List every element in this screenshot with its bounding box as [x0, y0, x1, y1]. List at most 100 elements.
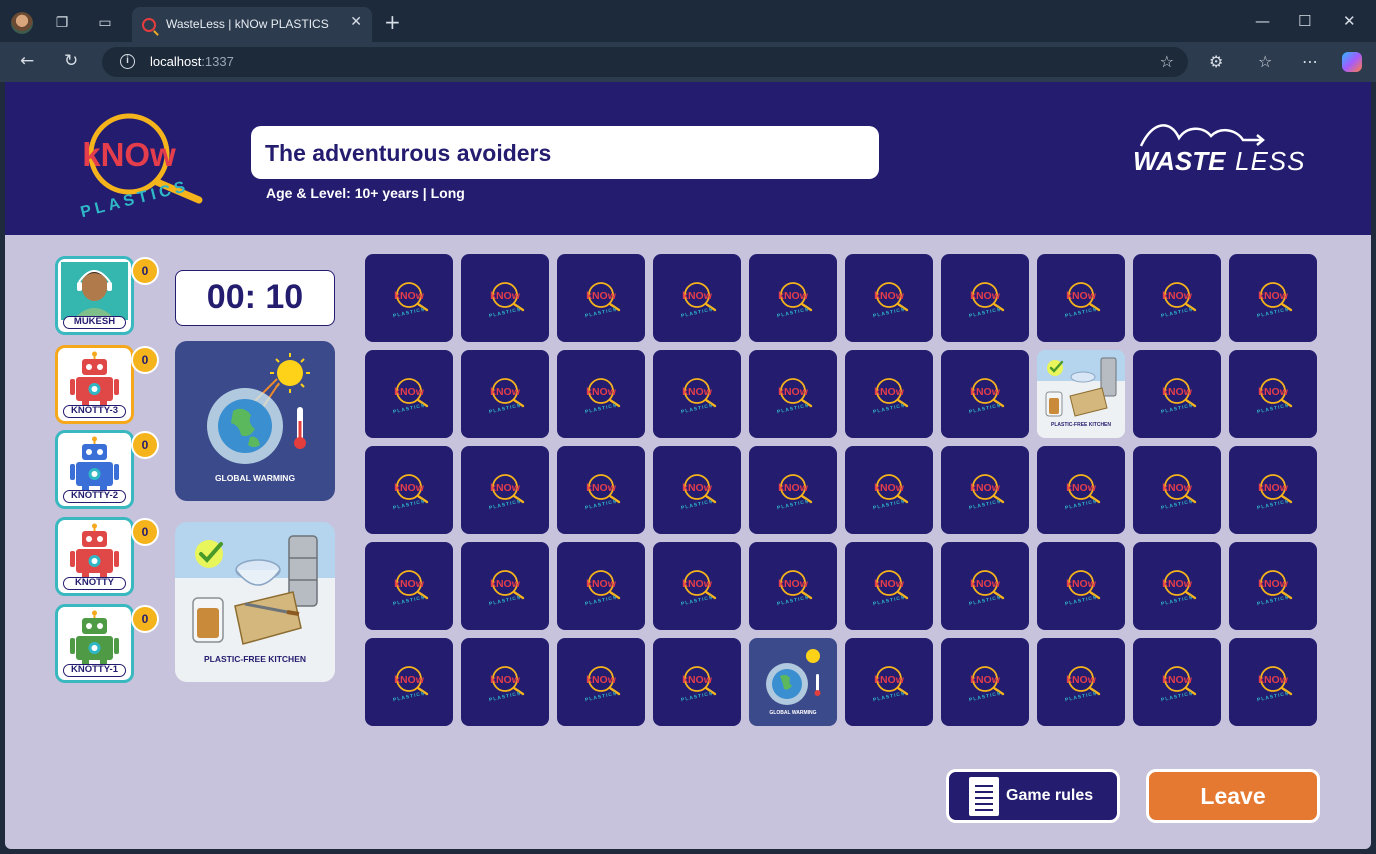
memory-card-face-down[interactable]: kNOw PLASTICS	[365, 446, 453, 534]
know-plastics-card-logo-icon: kNOw PLASTICS	[1065, 570, 1101, 606]
memory-card-face-down[interactable]: kNOw PLASTICS	[1133, 542, 1221, 630]
profile-avatar-icon[interactable]	[11, 12, 33, 34]
favorites-icon[interactable]: ☆	[1258, 52, 1272, 71]
memory-card-face-down[interactable]: kNOw PLASTICS	[461, 542, 549, 630]
maximize-button[interactable]: ☐	[1298, 12, 1311, 30]
know-plastics-card-logo-icon: kNOw PLASTICS	[1161, 378, 1197, 414]
game-rules-button[interactable]: Game rules	[946, 769, 1120, 823]
reload-icon[interactable]: ↻	[64, 51, 78, 71]
player-tile: KNOTTY-2 0	[55, 430, 159, 509]
svg-text:kNOw: kNOw	[874, 482, 905, 494]
memory-card-face-down[interactable]: kNOw PLASTICS	[557, 254, 645, 342]
know-plastics-card-logo-icon: kNOw PLASTICS	[681, 282, 717, 318]
memory-card-face-down[interactable]: kNOw PLASTICS	[845, 446, 933, 534]
svg-text:PLASTICS: PLASTICS	[1065, 307, 1098, 318]
memory-card-face-down[interactable]: kNOw PLASTICS	[365, 254, 453, 342]
more-menu-icon[interactable]: ⋯	[1302, 52, 1318, 71]
memory-card-face-down[interactable]: kNOw PLASTICS	[941, 446, 1029, 534]
address-bar[interactable]: i localhost:1337 ☆	[102, 47, 1188, 77]
close-tab-icon[interactable]: ✕	[350, 14, 362, 30]
robot-avatar	[61, 523, 128, 581]
memory-card-face-down[interactable]: kNOw PLASTICS	[1229, 254, 1317, 342]
know-plastics-card-logo-icon: kNOw PLASTICS	[969, 474, 1005, 510]
memory-card-face-down[interactable]: kNOw PLASTICS	[1133, 446, 1221, 534]
memory-card-face-down[interactable]: kNOw PLASTICS	[653, 446, 741, 534]
copilot-icon[interactable]	[1342, 52, 1362, 72]
player-score-badge: 0	[131, 257, 159, 285]
memory-card-face-down[interactable]: kNOw PLASTICS	[1229, 446, 1317, 534]
memory-card-face-down[interactable]: kNOw PLASTICS	[845, 638, 933, 726]
memory-card-face-up[interactable]: GLOBAL WARMING	[749, 638, 837, 726]
memory-card-face-down[interactable]: kNOw PLASTICS	[653, 350, 741, 438]
memory-card-face-down[interactable]: kNOw PLASTICS	[941, 350, 1029, 438]
memory-card-face-down[interactable]: kNOw PLASTICS	[365, 638, 453, 726]
memory-card-face-down[interactable]: kNOw PLASTICS	[365, 350, 453, 438]
memory-card-face-down[interactable]: kNOw PLASTICS	[749, 350, 837, 438]
plastic-free-kitchen-label: PLASTIC-FREE KITCHEN	[204, 654, 306, 664]
memory-card-face-down[interactable]: kNOw PLASTICS	[653, 254, 741, 342]
favorite-star-icon[interactable]: ☆	[1160, 52, 1174, 71]
url-text[interactable]: localhost:1337	[150, 54, 234, 69]
memory-card-face-up[interactable]: PLASTIC-FREE KITCHEN	[1037, 350, 1125, 438]
new-tab-button[interactable]: +	[384, 12, 401, 32]
browser-tab[interactable]: WasteLess | kNOw PLASTICS ✕	[132, 7, 372, 42]
document-icon	[969, 777, 999, 816]
svg-text:PLASTICS: PLASTICS	[393, 307, 426, 318]
svg-text:PLASTICS: PLASTICS	[79, 178, 191, 218]
extensions-icon[interactable]: ⚙	[1209, 52, 1223, 71]
know-plastics-card-logo-icon: kNOw PLASTICS	[681, 378, 717, 414]
svg-text:PLASTICS: PLASTICS	[585, 499, 618, 510]
memory-card-face-down[interactable]: kNOw PLASTICS	[557, 638, 645, 726]
tab-actions-icon[interactable]: ▭	[96, 14, 114, 32]
memory-card-face-down[interactable]: kNOw PLASTICS	[461, 638, 549, 726]
memory-card-face-down[interactable]: kNOw PLASTICS	[557, 446, 645, 534]
know-plastics-card-logo-icon: kNOw PLASTICS	[777, 282, 813, 318]
svg-text:kNOw: kNOw	[490, 290, 521, 302]
memory-card-face-down[interactable]: kNOw PLASTICS	[1037, 446, 1125, 534]
memory-card-face-down[interactable]: kNOw PLASTICS	[557, 350, 645, 438]
site-info-icon[interactable]: i	[120, 54, 135, 69]
svg-text:PLASTICS: PLASTICS	[393, 691, 426, 702]
memory-card-face-down[interactable]: kNOw PLASTICS	[1133, 254, 1221, 342]
memory-card-face-down[interactable]: kNOw PLASTICS	[845, 254, 933, 342]
back-arrow-icon[interactable]: ←	[20, 51, 34, 71]
memory-card-face-down[interactable]: kNOw PLASTICS	[749, 446, 837, 534]
memory-card-face-down[interactable]: kNOw PLASTICS	[365, 542, 453, 630]
workspaces-icon[interactable]: ❐	[53, 14, 71, 32]
memory-card-face-down[interactable]: kNOw PLASTICS	[1037, 638, 1125, 726]
memory-card-face-down[interactable]: kNOw PLASTICS	[1037, 254, 1125, 342]
wasteless-logo: WASTE LESS	[1133, 124, 1305, 176]
svg-text:kNOw: kNOw	[82, 136, 176, 173]
memory-card-face-down[interactable]: kNOw PLASTICS	[1229, 350, 1317, 438]
player-score-badge: 0	[131, 346, 159, 374]
memory-card-face-down[interactable]: kNOw PLASTICS	[749, 542, 837, 630]
know-plastics-card-logo-icon: kNOw PLASTICS	[873, 666, 909, 702]
memory-card-face-down[interactable]: kNOw PLASTICS	[941, 254, 1029, 342]
memory-card-face-down[interactable]: kNOw PLASTICS	[653, 638, 741, 726]
memory-card-face-down[interactable]: kNOw PLASTICS	[1133, 638, 1221, 726]
memory-card-face-down[interactable]: kNOw PLASTICS	[749, 254, 837, 342]
know-plastics-card-logo-icon: kNOw PLASTICS	[585, 282, 621, 318]
leave-button[interactable]: Leave	[1146, 769, 1320, 823]
svg-text:PLASTICS: PLASTICS	[777, 403, 810, 414]
memory-card-face-down[interactable]: kNOw PLASTICS	[941, 638, 1029, 726]
minimize-button[interactable]: —	[1255, 12, 1270, 30]
memory-card-face-down[interactable]: kNOw PLASTICS	[845, 350, 933, 438]
memory-card-face-down[interactable]: kNOw PLASTICS	[845, 542, 933, 630]
memory-card-face-down[interactable]: kNOw PLASTICS	[1229, 542, 1317, 630]
player-tile: MUKESH 0	[55, 256, 159, 335]
svg-text:kNOw: kNOw	[874, 386, 905, 398]
close-window-button[interactable]: ✕	[1343, 12, 1356, 30]
know-plastics-card-logo-icon: kNOw PLASTICS	[873, 282, 909, 318]
memory-card-face-down[interactable]: kNOw PLASTICS	[461, 446, 549, 534]
memory-card-face-down[interactable]: kNOw PLASTICS	[941, 542, 1029, 630]
memory-card-face-down[interactable]: kNOw PLASTICS	[461, 254, 549, 342]
team-name-box: The adventurous avoiders	[251, 126, 879, 179]
svg-text:PLASTICS: PLASTICS	[681, 691, 714, 702]
memory-card-face-down[interactable]: kNOw PLASTICS	[1229, 638, 1317, 726]
memory-card-face-down[interactable]: kNOw PLASTICS	[653, 542, 741, 630]
memory-card-face-down[interactable]: kNOw PLASTICS	[1133, 350, 1221, 438]
memory-card-face-down[interactable]: kNOw PLASTICS	[461, 350, 549, 438]
memory-card-face-down[interactable]: kNOw PLASTICS	[1037, 542, 1125, 630]
memory-card-face-down[interactable]: kNOw PLASTICS	[557, 542, 645, 630]
